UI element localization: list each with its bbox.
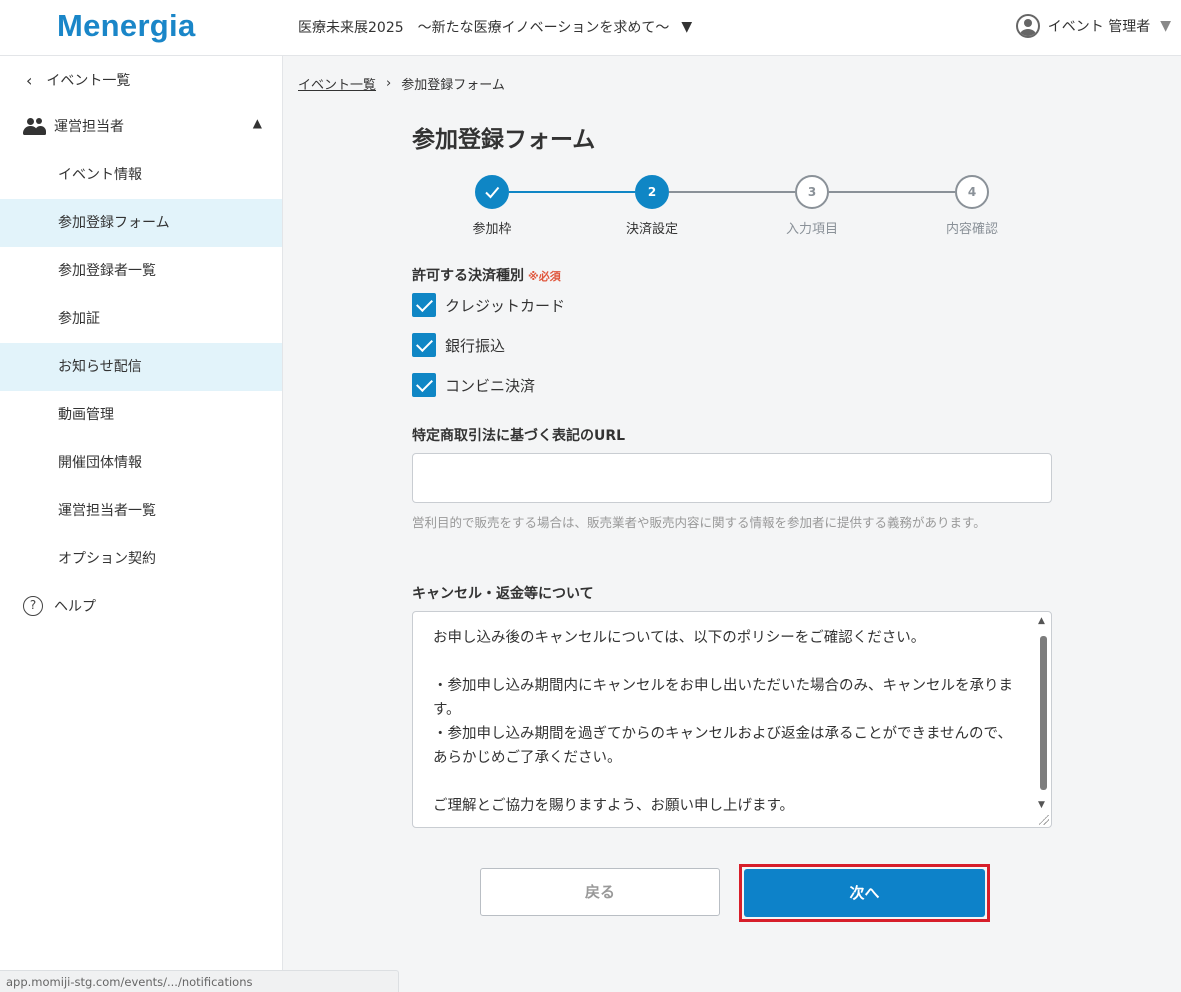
cancel-policy-label: キャンセル・返金等について: [412, 586, 594, 602]
stepper-connector: [829, 191, 955, 193]
sidebar-item-label: 動画管理: [58, 407, 114, 423]
textarea-line: [433, 650, 1023, 674]
sidebar-item-label: 開催団体情報: [58, 455, 142, 471]
step-circle: 2: [635, 175, 669, 209]
stepper-connector: [669, 191, 795, 193]
back-button[interactable]: 戻る: [480, 868, 720, 916]
sidebar: ‹ イベント一覧 運営担当者 ▲ イベント情報参加登録フォーム 参加登録者一覧 参加…: [0, 56, 283, 992]
checkbox-checked-icon[interactable]: [412, 293, 436, 317]
next-button[interactable]: 次へ: [744, 869, 985, 917]
step-circle: 3: [795, 175, 829, 209]
legal-notice-url-input[interactable]: [412, 453, 1052, 503]
top-header: Menergia 医療未来展2025 〜新たな医療イノベーションを求めて〜 ▼ …: [0, 0, 1181, 56]
checkbox-checked-icon[interactable]: [412, 373, 436, 397]
url-field-label: 特定商取引法に基づく表記のURL: [412, 428, 626, 444]
sidebar-item[interactable]: 動画管理: [0, 391, 282, 439]
help-label: ヘルプ: [54, 599, 96, 615]
scroll-up-icon[interactable]: ▲: [1038, 616, 1045, 626]
help-icon: ?: [23, 596, 43, 616]
step-number: 4: [967, 185, 977, 199]
textarea-scrollbar[interactable]: ▲ ▼: [1037, 616, 1049, 824]
sidebar-item-label: オプション契約: [58, 551, 156, 567]
step-circle: 4: [955, 175, 989, 209]
step-circle: [475, 175, 509, 209]
textarea-line: ・参加申し込み期間を過ぎてからのキャンセルおよび返金は承ることができませんので、…: [433, 726, 1012, 766]
payment-types-label-text: 許可する決済種別: [412, 268, 524, 284]
step-label: 参加枠: [472, 222, 512, 237]
breadcrumb-current: 参加登録フォーム: [401, 78, 505, 93]
payment-types-label: 許可する決済種別 ※必須: [412, 265, 561, 285]
user-menu[interactable]: イベント 管理者 ▼: [1015, 14, 1171, 38]
sidebar-item-label: 参加証: [58, 311, 100, 327]
page-title: 参加登録フォーム: [412, 127, 596, 153]
checkbox-checked-icon[interactable]: [412, 333, 436, 357]
payment-option-label: 銀行振込: [445, 336, 506, 355]
url-helper-text: 営利目的で販売をする場合は、販売業者や販売内容に関する情報を参加者に提供する義務…: [412, 515, 986, 530]
scroll-down-icon[interactable]: ▼: [1038, 800, 1045, 810]
chevron-left-icon: ‹: [26, 70, 33, 90]
event-selector[interactable]: 医療未来展2025 〜新たな医療イノベーションを求めて〜 ▼: [298, 17, 692, 37]
check-icon: [485, 186, 500, 199]
scrollbar-thumb[interactable]: [1040, 636, 1047, 790]
sidebar-item-label: お知らせ配信: [58, 359, 142, 375]
sidebar-item-label: イベント情報: [58, 167, 142, 183]
sidebar-item[interactable]: オプション契約: [0, 535, 282, 583]
sidebar-group-staff[interactable]: 運営担当者 ▲: [22, 116, 262, 136]
caret-down-icon: ▼: [1160, 18, 1171, 34]
progress-stepper: 参加枠 2 決済設定 3 入力項目 4 内容確認: [412, 174, 1052, 244]
sidebar-item-help[interactable]: ? ヘルプ: [23, 596, 96, 616]
sidebar-item[interactable]: 運営担当者一覧: [0, 487, 282, 535]
collapse-triangle-icon[interactable]: ▲: [253, 116, 262, 130]
textarea-line: ・参加申し込み期間内にキャンセルをお申し出いただいた場合のみ、キャンセルを承りま…: [433, 678, 1013, 718]
cancel-policy-textarea[interactable]: お申し込み後のキャンセルについては、以下のポリシーをご確認ください。・参加申し込…: [412, 611, 1052, 828]
required-badge: ※必須: [528, 270, 561, 283]
sidebar-item-label: 参加登録者一覧: [58, 263, 156, 279]
step-label: 決済設定: [625, 222, 678, 237]
user-avatar-icon: [1015, 14, 1040, 38]
sidebar-item-label: 運営担当者一覧: [58, 503, 156, 519]
payment-option[interactable]: 銀行振込: [412, 333, 505, 357]
sidebar-group-label: 運営担当者: [54, 119, 124, 135]
breadcrumb-separator-icon: ›: [386, 76, 392, 91]
payment-option[interactable]: クレジットカード: [412, 293, 565, 317]
step-number: 2: [647, 185, 657, 199]
resize-grip-icon[interactable]: [1039, 815, 1049, 825]
app-logo[interactable]: Menergia: [57, 8, 196, 44]
event-selector-label: 医療未来展2025 〜新たな医療イノベーションを求めて〜: [298, 20, 670, 36]
sidebar-item[interactable]: イベント情報: [0, 151, 282, 199]
sidebar-item[interactable]: お知らせ配信: [0, 343, 282, 391]
payment-option[interactable]: コンビニ決済: [412, 373, 535, 397]
back-label: イベント一覧: [46, 73, 131, 89]
textarea-line: [433, 770, 1023, 794]
breadcrumb-link-event-list[interactable]: イベント一覧: [298, 74, 376, 93]
step-label: 内容確認: [945, 222, 998, 237]
payment-option-label: クレジットカード: [445, 296, 566, 315]
sidebar-item-label: 参加登録フォーム: [58, 215, 170, 231]
sidebar-item[interactable]: 参加登録者一覧: [0, 247, 282, 295]
caret-down-icon: ▼: [681, 19, 693, 35]
textarea-line: お申し込み後のキャンセルについては、以下のポリシーをご確認ください。: [433, 630, 926, 646]
people-icon: [22, 117, 46, 135]
payment-option-label: コンビニ決済: [445, 376, 536, 395]
step-label: 入力項目: [785, 222, 838, 237]
sidebar-item[interactable]: 参加登録フォーム: [0, 199, 282, 247]
back-to-event-list[interactable]: ‹ イベント一覧: [26, 70, 130, 90]
user-name: イベント 管理者: [1047, 19, 1151, 35]
next-button-highlight: 次へ: [739, 864, 990, 922]
browser-status-bar: app.momiji-stg.com/events/.../notificati…: [0, 970, 399, 992]
stepper-connector: [509, 191, 635, 193]
textarea-line: ご理解とご協力を賜りますよう、お願い申し上げます。: [433, 798, 795, 814]
step-number: 3: [807, 185, 817, 199]
sidebar-item[interactable]: 開催団体情報: [0, 439, 282, 487]
sidebar-item[interactable]: 参加証: [0, 295, 282, 343]
breadcrumb: イベント一覧 › 参加登録フォーム: [298, 74, 505, 93]
